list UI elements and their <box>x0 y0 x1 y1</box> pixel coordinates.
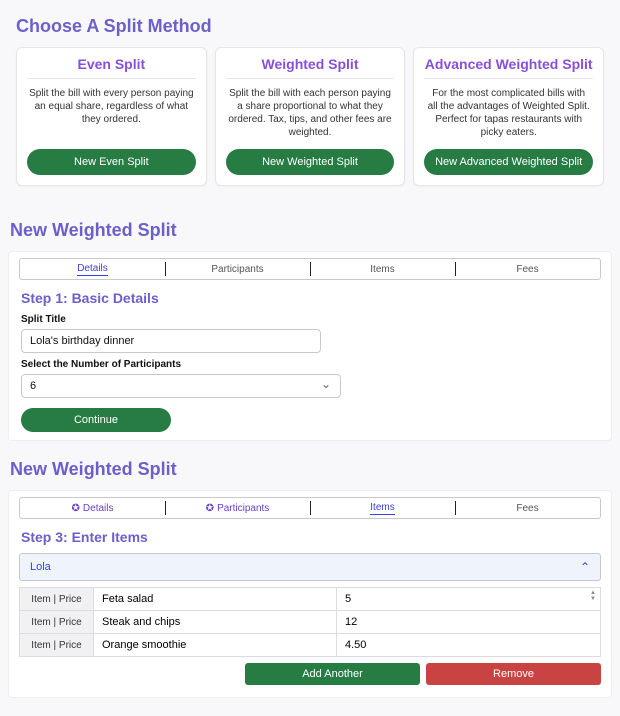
tab-label: Details <box>77 263 108 276</box>
item-name-input[interactable] <box>94 611 336 633</box>
tab-participants[interactable]: ✪Participants <box>165 498 310 518</box>
tab-label: Participants <box>211 264 263 275</box>
new-even-split-button[interactable]: New Even Split <box>27 149 196 175</box>
tab-details[interactable]: Details <box>20 259 165 279</box>
split-title-label: Split Title <box>21 314 611 325</box>
item-price-input[interactable] <box>337 634 600 656</box>
split-card-advanced: Advanced Weighted Split For the most com… <box>413 47 604 186</box>
action-spacer <box>19 663 239 685</box>
new-advanced-weighted-split-button[interactable]: New Advanced Weighted Split <box>424 149 593 175</box>
split-card-row: Even Split Split the bill with every per… <box>8 47 612 194</box>
row-label: Item | Price <box>20 588 94 611</box>
item-name-input[interactable] <box>94 634 336 656</box>
tab-details[interactable]: ✪Details <box>20 498 165 518</box>
step1-section: New Weighted Split Details Participants … <box>0 220 620 441</box>
participant-accordion: Lola ⌃ <box>19 553 601 581</box>
item-price-input[interactable] <box>337 611 600 633</box>
card-title: Even Split <box>27 56 196 79</box>
item-row: Item | Price ▲▼ <box>20 588 601 611</box>
choose-split-heading: Choose A Split Method <box>16 16 612 37</box>
step3-tabstrip: ✪Details ✪Participants Items Fees <box>19 497 601 519</box>
tab-label: Items <box>370 502 394 515</box>
card-desc: Split the bill with each person paying a… <box>226 79 395 149</box>
step3-section: New Weighted Split ✪Details ✪Participant… <box>0 459 620 698</box>
continue-button[interactable]: Continue <box>21 408 171 432</box>
step1-heading: New Weighted Split <box>10 220 620 241</box>
participants-select[interactable]: 6 <box>21 374 341 398</box>
tab-label: Items <box>370 264 394 275</box>
card-desc: For the most complicated bills with all … <box>424 79 593 149</box>
participants-count-label: Select the Number of Participants <box>21 359 611 370</box>
add-another-button[interactable]: Add Another <box>245 663 420 685</box>
step3-heading: New Weighted Split <box>10 459 620 480</box>
tab-participants[interactable]: Participants <box>165 259 310 279</box>
step1-tabstrip: Details Participants Items Fees <box>19 258 601 280</box>
card-desc: Split the bill with every person paying … <box>27 79 196 149</box>
item-row: Item | Price <box>20 634 601 657</box>
item-actions: Add Another Remove <box>19 663 601 685</box>
tab-label: Participants <box>217 503 269 514</box>
items-table: Item | Price ▲▼ Item | Price Item | Pric… <box>19 587 601 657</box>
tab-items[interactable]: Items <box>310 259 455 279</box>
tab-label: Details <box>83 503 114 514</box>
card-title: Advanced Weighted Split <box>424 56 593 79</box>
check-icon: ✪ <box>206 503 214 514</box>
price-stepper[interactable]: ▲▼ <box>590 590 596 602</box>
step3-step-label: Step 3: Enter Items <box>21 529 611 545</box>
item-name-input[interactable] <box>94 588 336 610</box>
tab-label: Fees <box>516 264 538 275</box>
step1-step-label: Step 1: Basic Details <box>21 290 611 306</box>
chevron-up-icon: ⌃ <box>580 560 590 574</box>
tab-items[interactable]: Items <box>310 498 455 518</box>
new-weighted-split-button[interactable]: New Weighted Split <box>226 149 395 175</box>
check-icon: ✪ <box>72 503 80 514</box>
tab-fees[interactable]: Fees <box>455 259 600 279</box>
split-card-even: Even Split Split the bill with every per… <box>16 47 207 186</box>
row-label: Item | Price <box>20 611 94 634</box>
choose-split-section: Choose A Split Method Even Split Split t… <box>0 0 620 202</box>
tab-label: Fees <box>516 503 538 514</box>
remove-button[interactable]: Remove <box>426 663 601 685</box>
row-label: Item | Price <box>20 634 94 657</box>
step1-panel: Details Participants Items Fees Step 1: … <box>8 251 612 441</box>
split-card-weighted: Weighted Split Split the bill with each … <box>215 47 406 186</box>
card-title: Weighted Split <box>226 56 395 79</box>
item-price-input[interactable] <box>337 588 600 610</box>
item-row: Item | Price <box>20 611 601 634</box>
tab-fees[interactable]: Fees <box>455 498 600 518</box>
step3-panel: ✪Details ✪Participants Items Fees Step 3… <box>8 490 612 698</box>
stepper-down-icon: ▼ <box>590 596 596 602</box>
participant-name: Lola <box>30 561 51 573</box>
items-rows: Item | Price ▲▼ Item | Price Item | Pric… <box>9 587 611 657</box>
split-title-input[interactable] <box>21 329 321 353</box>
participant-accordion-header[interactable]: Lola ⌃ <box>20 554 600 580</box>
participants-select-wrap: 6 <box>21 374 341 398</box>
